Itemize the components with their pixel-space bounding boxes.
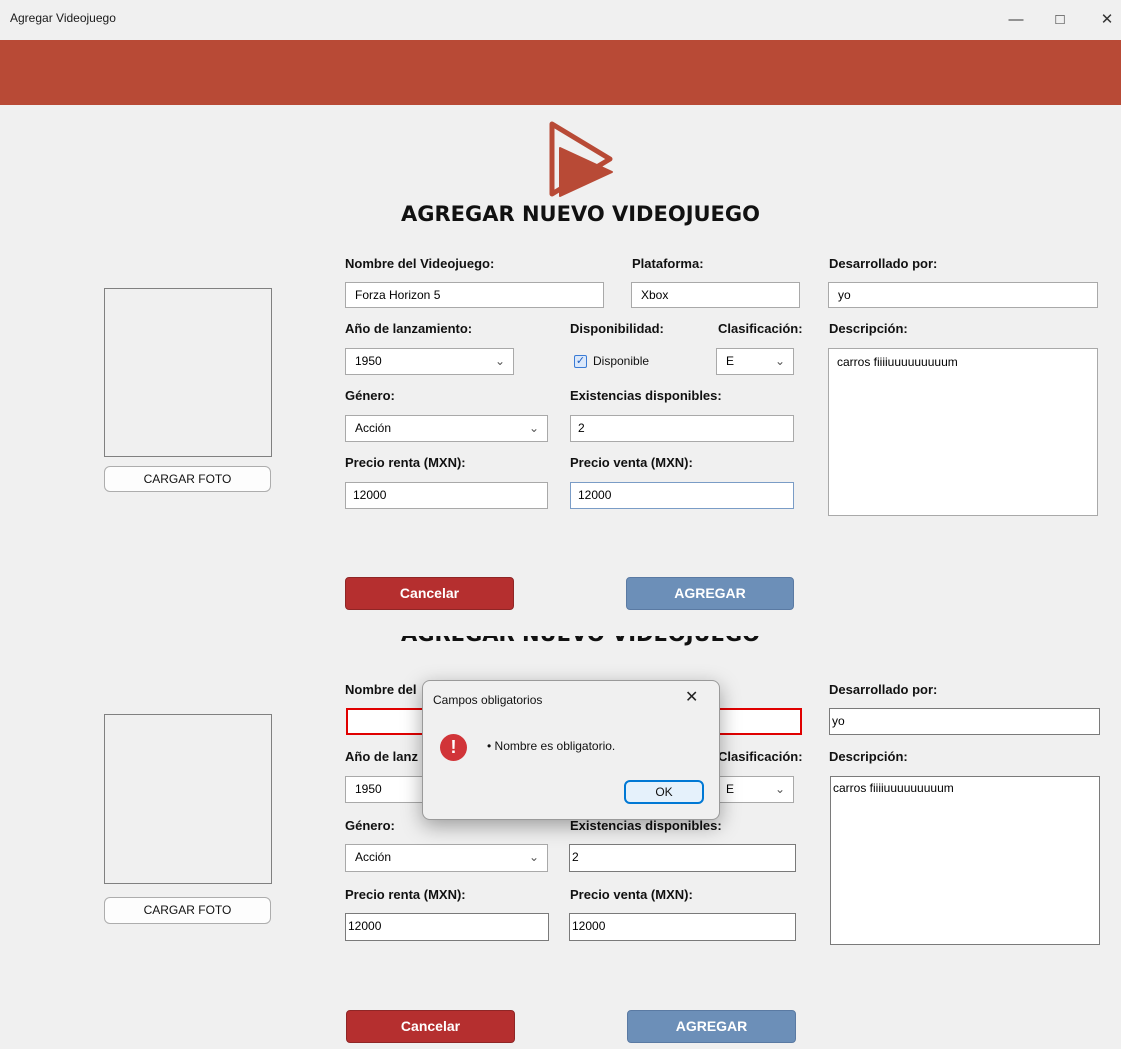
rating-select[interactable]: E ⌄	[716, 348, 794, 375]
developer-input[interactable]: yo	[829, 708, 1100, 735]
load-photo-button[interactable]: CARGAR FOTO	[104, 897, 271, 924]
genre-select[interactable]: Acción ⌄	[345, 844, 548, 872]
close-icon[interactable]: ✕	[685, 687, 698, 707]
add-button[interactable]: AGREGAR	[627, 1010, 796, 1043]
window-title: Agregar Videojuego	[10, 11, 116, 25]
required-fields-dialog: Campos obligatorios ✕ ! • Nombre es obli…	[422, 680, 720, 820]
platform-label: Plataforma:	[632, 256, 704, 271]
chevron-down-icon: ⌄	[528, 850, 539, 864]
available-checkbox-label: Disponible	[593, 354, 650, 368]
dialog-title: Campos obligatorios	[433, 693, 543, 707]
photo-preview	[104, 714, 272, 884]
genre-value: Acción	[355, 850, 392, 864]
developer-input[interactable]: yo	[828, 282, 1098, 308]
name-input[interactable]: Forza Horizon 5	[345, 282, 604, 308]
rent-price-input[interactable]: 12000	[345, 482, 548, 509]
rent-price-label: Precio renta (MXN):	[345, 455, 466, 470]
close-icon[interactable]: ✕	[1092, 8, 1121, 32]
description-textarea[interactable]: carros fiiiiuuuuuuuuum	[828, 348, 1098, 516]
stock-input[interactable]: 2	[570, 415, 794, 442]
developer-label: Desarrollado por:	[829, 256, 938, 271]
add-button[interactable]: AGREGAR	[626, 577, 794, 610]
year-value: 1950	[355, 354, 382, 368]
stock-label: Existencias disponibles:	[570, 818, 722, 833]
genre-value: Acción	[355, 421, 392, 435]
genre-select[interactable]: Acción ⌄	[345, 415, 548, 442]
cancel-button[interactable]: Cancelar	[346, 1010, 515, 1043]
form-window-top: Agregar Videojuego — □ ✕ AGREGAR NUEVO V…	[0, 0, 1121, 636]
name-label: Nombre del	[345, 682, 417, 697]
year-label: Año de lanz	[345, 749, 418, 764]
stock-input[interactable]: 2	[569, 844, 796, 872]
rating-label: Clasificación:	[718, 749, 803, 764]
minimize-icon[interactable]: —	[1001, 8, 1031, 32]
available-checkbox[interactable]: ✓	[574, 355, 587, 368]
chevron-down-icon: ⌄	[774, 782, 785, 796]
page-title: AGREGAR NUEVO VIDEOJUEGO	[401, 202, 760, 226]
rating-select[interactable]: E ⌄	[716, 776, 794, 803]
rating-value: E	[726, 354, 735, 368]
play-icon	[549, 121, 613, 197]
rent-price-input[interactable]: 12000	[345, 913, 549, 941]
sale-price-input[interactable]: 12000	[570, 482, 794, 509]
year-value: 1950	[355, 782, 382, 796]
sale-price-label: Precio venta (MXN):	[570, 455, 693, 470]
load-photo-button[interactable]: CARGAR FOTO	[104, 466, 271, 492]
chevron-down-icon: ⌄	[528, 421, 539, 435]
photo-preview	[104, 288, 272, 457]
rent-price-label: Precio renta (MXN):	[345, 887, 466, 902]
availability-label: Disponibilidad:	[570, 321, 664, 336]
developer-label: Desarrollado por:	[829, 682, 938, 697]
year-select[interactable]: 1950 ⌄	[345, 348, 514, 375]
genre-label: Género:	[345, 388, 395, 403]
rating-label: Clasificación:	[718, 321, 803, 336]
stock-label: Existencias disponibles:	[570, 388, 722, 403]
header-banner	[0, 40, 1121, 105]
description-textarea[interactable]: carros fiiiiuuuuuuuuum	[830, 776, 1100, 945]
rating-value: E	[726, 782, 735, 796]
sale-price-input[interactable]: 12000	[569, 913, 796, 941]
error-icon: !	[440, 734, 467, 761]
cancel-button[interactable]: Cancelar	[345, 577, 514, 610]
chevron-down-icon: ⌄	[494, 354, 505, 368]
description-label: Descripción:	[829, 321, 908, 336]
ok-button[interactable]: OK	[624, 780, 704, 804]
genre-label: Género:	[345, 818, 395, 833]
page-title-cropped: AGREGAR NUEVO VIDEOJUEGO	[401, 636, 760, 646]
description-label: Descripción:	[829, 749, 908, 764]
maximize-icon[interactable]: □	[1045, 8, 1075, 32]
dialog-message: • Nombre es obligatorio.	[487, 739, 616, 753]
name-label: Nombre del Videojuego:	[345, 256, 495, 271]
platform-input[interactable]: Xbox	[631, 282, 800, 308]
year-label: Año de lanzamiento:	[345, 321, 473, 336]
sale-price-label: Precio venta (MXN):	[570, 887, 693, 902]
chevron-down-icon: ⌄	[774, 354, 785, 368]
title-bar: Agregar Videojuego — □ ✕	[0, 0, 1121, 40]
